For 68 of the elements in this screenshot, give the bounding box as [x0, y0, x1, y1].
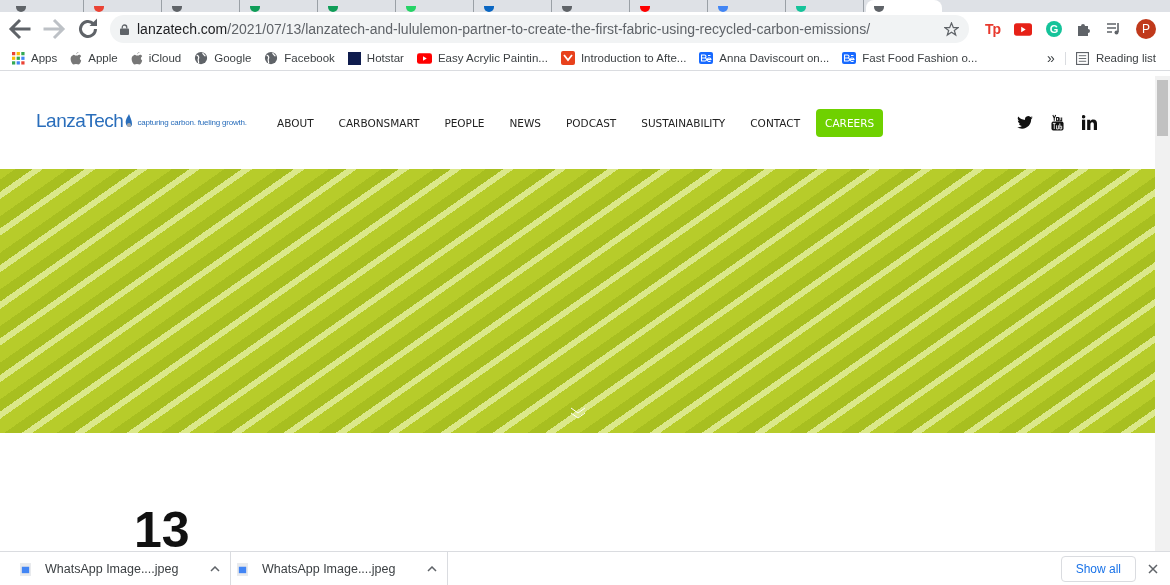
bookmark-label: Apps: [31, 52, 58, 64]
close-icon[interactable]: [1148, 564, 1158, 574]
bookmark-label: Introduction to Afte...: [580, 52, 687, 64]
bookmark-link[interactable]: Hotstar: [347, 51, 404, 65]
globe-icon: [264, 51, 279, 65]
browser-tab[interactable]: [866, 0, 942, 12]
flame-icon: [125, 113, 134, 128]
apple-icon: [70, 51, 83, 65]
bookmark-link[interactable]: Anna Daviscourt on...: [699, 52, 830, 64]
download-item[interactable]: WhatsApp Image....jpeg: [231, 552, 448, 585]
reading-list-label: Reading list: [1095, 52, 1156, 64]
star-icon[interactable]: [943, 21, 959, 37]
apple-icon: [130, 51, 143, 65]
back-icon[interactable]: [8, 17, 32, 41]
bookmark-link[interactable]: Introduction to Afte...: [560, 51, 687, 65]
more-bookmarks-button[interactable]: »: [1047, 50, 1055, 66]
date-day: 13: [134, 505, 190, 555]
hotstar-icon: [347, 51, 361, 65]
nav-link[interactable]: SUSTAINABILITY: [632, 110, 735, 135]
nav-link[interactable]: PEOPLE: [435, 110, 494, 135]
scrollbar[interactable]: [1155, 76, 1170, 551]
bookmark-label: Easy Acrylic Paintin...: [437, 52, 548, 64]
bookmark-label: Facebook: [284, 52, 335, 64]
nav-link[interactable]: NEWS: [500, 110, 550, 135]
caret-up-icon[interactable]: [427, 566, 437, 572]
apps-grid-icon: [12, 51, 25, 65]
behance-icon: [699, 52, 714, 64]
behance-icon: [842, 52, 857, 64]
url-text: lanzatech.com/2021/07/13/lanzatech-and-lululemon-partner-to-create-the-first-fabric-using-recycled-carbon-emissions/: [137, 21, 872, 37]
logo-tagline: capturing carbon. fueling growth.: [137, 117, 247, 127]
youtube-icon[interactable]: [1051, 114, 1064, 131]
bookmark-label: Google: [214, 52, 252, 64]
image-file-icon: [20, 562, 31, 576]
play-icon: [416, 52, 432, 64]
show-all-button[interactable]: Show all: [1060, 556, 1136, 582]
lock-icon: [120, 23, 129, 35]
image-file-icon: [237, 562, 248, 576]
bookmark-link[interactable]: Apple: [70, 51, 118, 65]
nav-link[interactable]: PODCAST: [557, 110, 626, 135]
bookmark-label: Anna Daviscourt on...: [719, 52, 830, 64]
bookmark-label: Hotstar: [366, 52, 404, 64]
bookmark-link[interactable]: Google: [194, 51, 252, 65]
nav-link[interactable]: CONTACT: [741, 110, 810, 135]
address-bar[interactable]: lanzatech.com/2021/07/13/lanzatech-and-lululemon-partner-to-create-the-first-fabric-using-recycled-carbon-emissions/: [110, 15, 969, 43]
bookmark-link[interactable]: iCloud: [130, 51, 182, 65]
profile-avatar[interactable]: P: [1136, 19, 1156, 39]
puzzle-icon[interactable]: [1076, 21, 1092, 37]
reload-icon[interactable]: [76, 17, 100, 41]
caret-up-icon[interactable]: [210, 566, 220, 572]
bookmark-label: iCloud: [148, 52, 182, 64]
bookmark-label: Apple: [88, 52, 118, 64]
reading-list-button[interactable]: Reading list: [1064, 51, 1156, 65]
logo-wordmark[interactable]: LanzaTech: [36, 109, 124, 132]
bookmark-link[interactable]: Easy Acrylic Paintin...: [416, 52, 548, 64]
nav-link[interactable]: ABOUT: [268, 110, 323, 135]
bird-icon[interactable]: [1017, 116, 1033, 129]
bookmark-link[interactable]: Facebook: [264, 51, 335, 65]
linkedin-icon[interactable]: [1082, 115, 1097, 130]
download-item[interactable]: WhatsApp Image....jpeg: [14, 552, 231, 585]
file-name: WhatsApp Image....jpeg: [262, 562, 396, 576]
play-extension-icon[interactable]: [1014, 22, 1032, 36]
globe-icon: [194, 51, 209, 65]
tp-extension-icon[interactable]: Tp: [984, 21, 1000, 37]
nav-link[interactable]: CARBONSMART: [329, 110, 429, 135]
bookmark-link[interactable]: Apps: [12, 51, 58, 65]
media-icon[interactable]: [1106, 21, 1122, 37]
file-name: WhatsApp Image....jpeg: [45, 562, 179, 576]
list-icon: [1075, 51, 1089, 65]
